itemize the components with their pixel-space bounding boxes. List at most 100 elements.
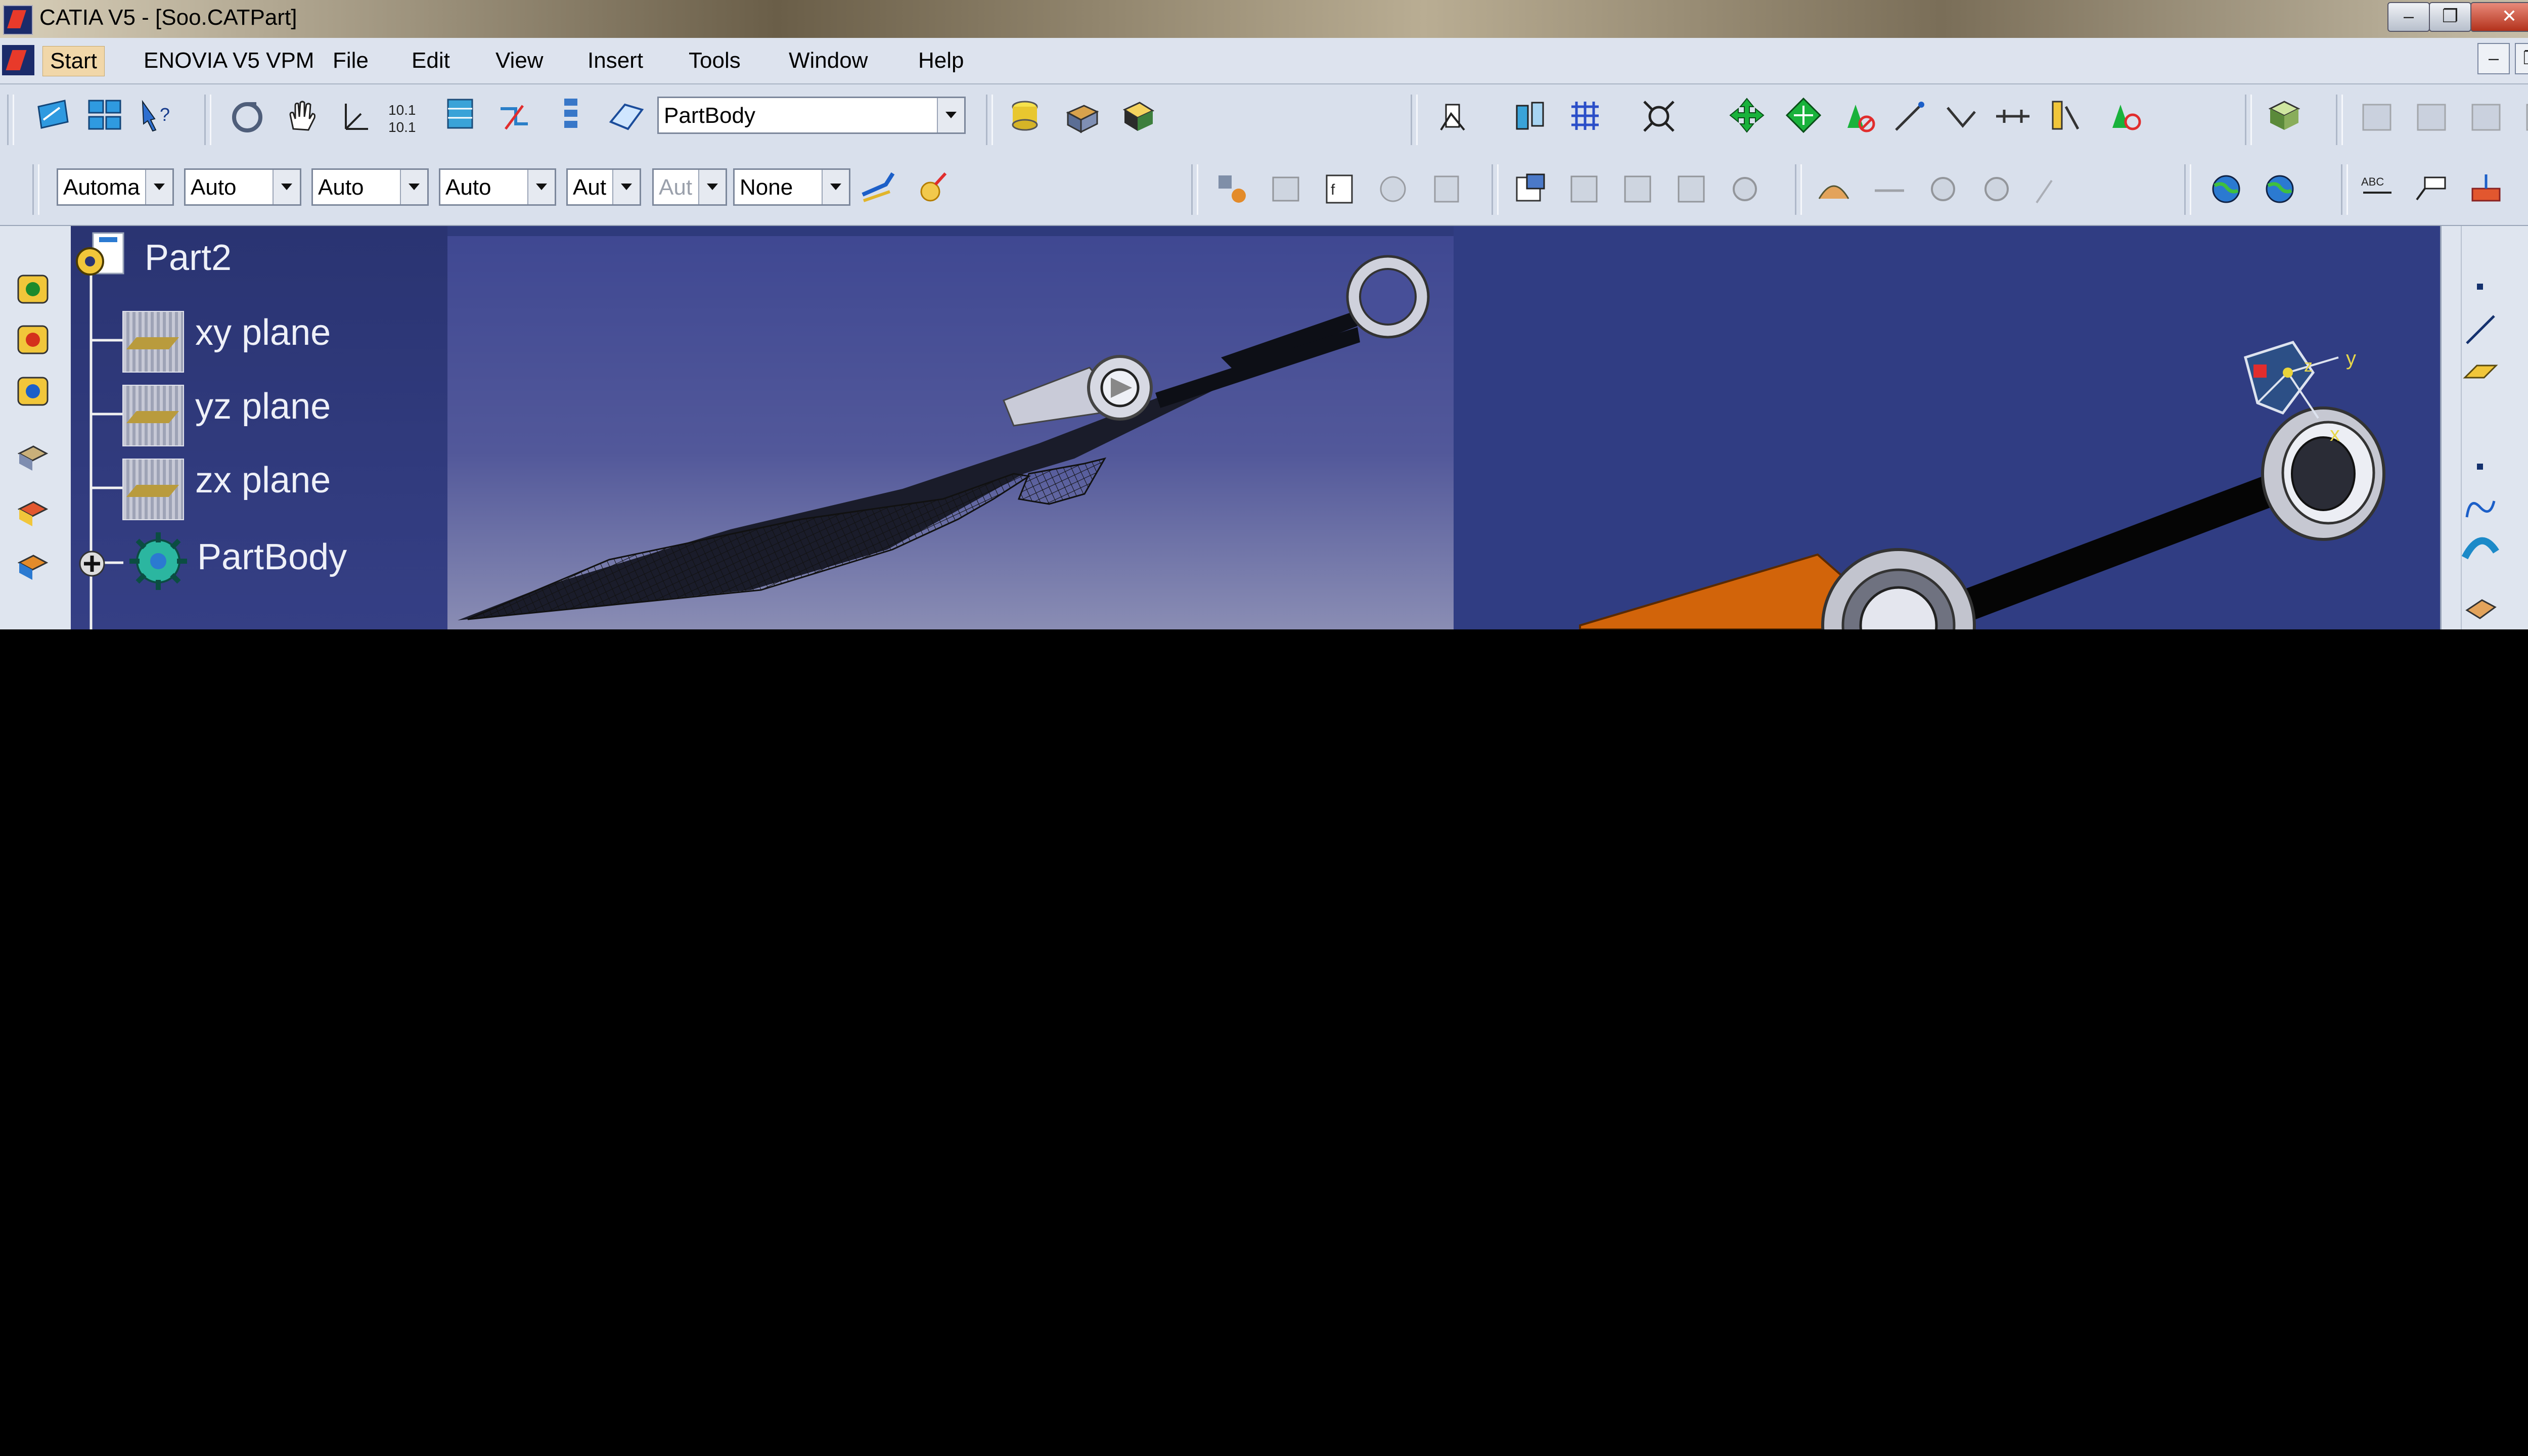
tree-root-part2[interactable]: Part2 <box>145 237 232 279</box>
slope-icon[interactable] <box>2032 170 2069 208</box>
menu-view[interactable]: View <box>488 46 551 75</box>
plane-icon[interactable] <box>608 99 645 136</box>
insert-body-icon[interactable] <box>495 99 533 136</box>
walk-icon[interactable] <box>1871 170 1908 208</box>
line-icon[interactable] <box>1891 98 1928 135</box>
sketch-icon[interactable] <box>34 97 72 134</box>
plane-icon[interactable] <box>2462 352 2499 390</box>
line-type-select[interactable]: Auto <box>439 168 556 206</box>
toolbar-grip[interactable] <box>1795 164 1802 215</box>
apply-material-icon[interactable] <box>2265 97 2303 134</box>
no-constraint-icon[interactable] <box>2106 98 2144 135</box>
distance-icon[interactable] <box>1994 98 2032 135</box>
tree-item-partbody[interactable]: PartBody <box>197 536 347 578</box>
angle-icon[interactable] <box>1943 98 1980 135</box>
body-icon[interactable] <box>442 96 479 133</box>
tree-icon[interactable] <box>553 96 591 133</box>
line-thickness-select[interactable]: Auto <box>311 168 429 206</box>
toolbar-grip[interactable] <box>32 164 39 215</box>
point-icon[interactable] <box>2462 448 2499 486</box>
point-icon[interactable] <box>2462 268 2499 306</box>
toolbar-grip[interactable] <box>2245 95 2252 145</box>
doc-restore-button[interactable]: ❐ <box>2515 43 2528 74</box>
chevron-down-icon[interactable] <box>937 98 964 132</box>
layers-icon[interactable] <box>1619 170 1656 208</box>
blend-icon[interactable] <box>2462 590 2499 627</box>
toolbar-grip[interactable] <box>986 95 993 145</box>
xy-plane-icon[interactable] <box>122 311 184 373</box>
globe-icon[interactable] <box>2207 170 2245 208</box>
menu-help[interactable]: Help <box>911 46 971 75</box>
view-mode-icon[interactable] <box>1512 99 1549 136</box>
toolbar-grip[interactable] <box>1492 164 1499 215</box>
look-icon[interactable] <box>1978 170 2015 208</box>
help-icon[interactable]: ? <box>138 97 175 134</box>
expand-icon[interactable] <box>77 549 107 579</box>
swap-icon[interactable] <box>1565 170 1603 208</box>
minimize-button[interactable]: – <box>2387 2 2430 32</box>
close-button[interactable]: ✕ <box>2470 2 2528 32</box>
tree-item-xy-plane[interactable]: xy plane <box>195 312 331 353</box>
toolbar-grip[interactable] <box>204 95 211 145</box>
macro-icon[interactable] <box>1267 170 1304 208</box>
maximize-button[interactable]: ❐ <box>2429 2 2471 32</box>
menu-window[interactable]: Window <box>782 46 875 75</box>
yz-plane-icon[interactable] <box>122 385 184 446</box>
multi-sketch-icon[interactable] <box>86 97 123 134</box>
current-body-select[interactable]: PartBody <box>657 97 966 134</box>
line-icon[interactable] <box>2462 311 2499 348</box>
chevron-down-icon[interactable] <box>612 170 640 204</box>
compass-icon[interactable] <box>1436 99 1473 136</box>
menu-edit[interactable]: Edit <box>404 46 457 75</box>
3d-viewport[interactable]: y x z <box>1454 226 2440 629</box>
zx-plane-icon[interactable] <box>122 459 184 520</box>
compass-widget[interactable] <box>2237 327 2349 438</box>
pad-icon[interactable] <box>14 270 52 308</box>
fillet-icon[interactable] <box>14 438 52 476</box>
toolbar-grip[interactable] <box>1191 164 1198 215</box>
catalog-icon[interactable] <box>2358 99 2396 136</box>
grid-icon[interactable] <box>1566 98 1604 135</box>
menu-enovia[interactable]: ENOVIA V5 VPM <box>137 46 321 75</box>
doc-minimize-button[interactable]: – <box>2477 43 2510 74</box>
point-symbol-select[interactable]: Aut <box>566 168 641 206</box>
table-icon[interactable] <box>1673 170 1710 208</box>
constraint-icon[interactable] <box>1840 98 1878 135</box>
hide-show-icon[interactable] <box>1512 170 1549 208</box>
fly-icon[interactable] <box>1815 170 1853 208</box>
3d-text-icon[interactable] <box>2467 170 2505 208</box>
measure-icon[interactable]: 10.110.1 <box>386 99 424 136</box>
boolean-icon[interactable] <box>14 494 52 531</box>
color-select[interactable]: Automa <box>57 168 174 206</box>
box-icon[interactable] <box>1064 99 1101 136</box>
transform-icon[interactable] <box>14 548 52 585</box>
snap-icon[interactable] <box>1785 97 1822 134</box>
toolbar-grip[interactable] <box>1411 95 1418 145</box>
spline-icon[interactable] <box>2462 489 2499 526</box>
toolbar-grip[interactable] <box>2341 164 2348 215</box>
axis-icon[interactable] <box>336 99 373 136</box>
chevron-down-icon[interactable] <box>145 170 172 204</box>
fix-icon[interactable] <box>2046 97 2083 134</box>
catalog-icon[interactable] <box>2467 99 2505 136</box>
render-style-select[interactable]: None <box>733 168 850 206</box>
menu-file[interactable]: File <box>326 46 376 75</box>
knowledge-icon[interactable] <box>1374 170 1412 208</box>
pan-icon[interactable] <box>283 99 321 136</box>
chevron-down-icon[interactable] <box>400 170 427 204</box>
layer-select[interactable]: Aut <box>652 168 727 206</box>
gear-icon[interactable] <box>1726 170 1764 208</box>
selection-sets-icon[interactable] <box>1213 170 1251 208</box>
cylinder-icon[interactable] <box>1006 99 1044 136</box>
chevron-down-icon[interactable] <box>527 170 555 204</box>
transparency-select[interactable]: Auto <box>184 168 301 206</box>
pocket-icon[interactable] <box>14 321 52 358</box>
turn-icon[interactable] <box>1924 170 1962 208</box>
start-icon[interactable] <box>2 45 34 75</box>
rotate-icon[interactable] <box>229 99 266 136</box>
properties-icon[interactable] <box>915 169 953 207</box>
annotation-icon[interactable] <box>2413 170 2450 208</box>
menu-insert[interactable]: Insert <box>580 46 650 75</box>
chevron-down-icon[interactable] <box>822 170 849 204</box>
part-icon[interactable] <box>71 230 131 286</box>
